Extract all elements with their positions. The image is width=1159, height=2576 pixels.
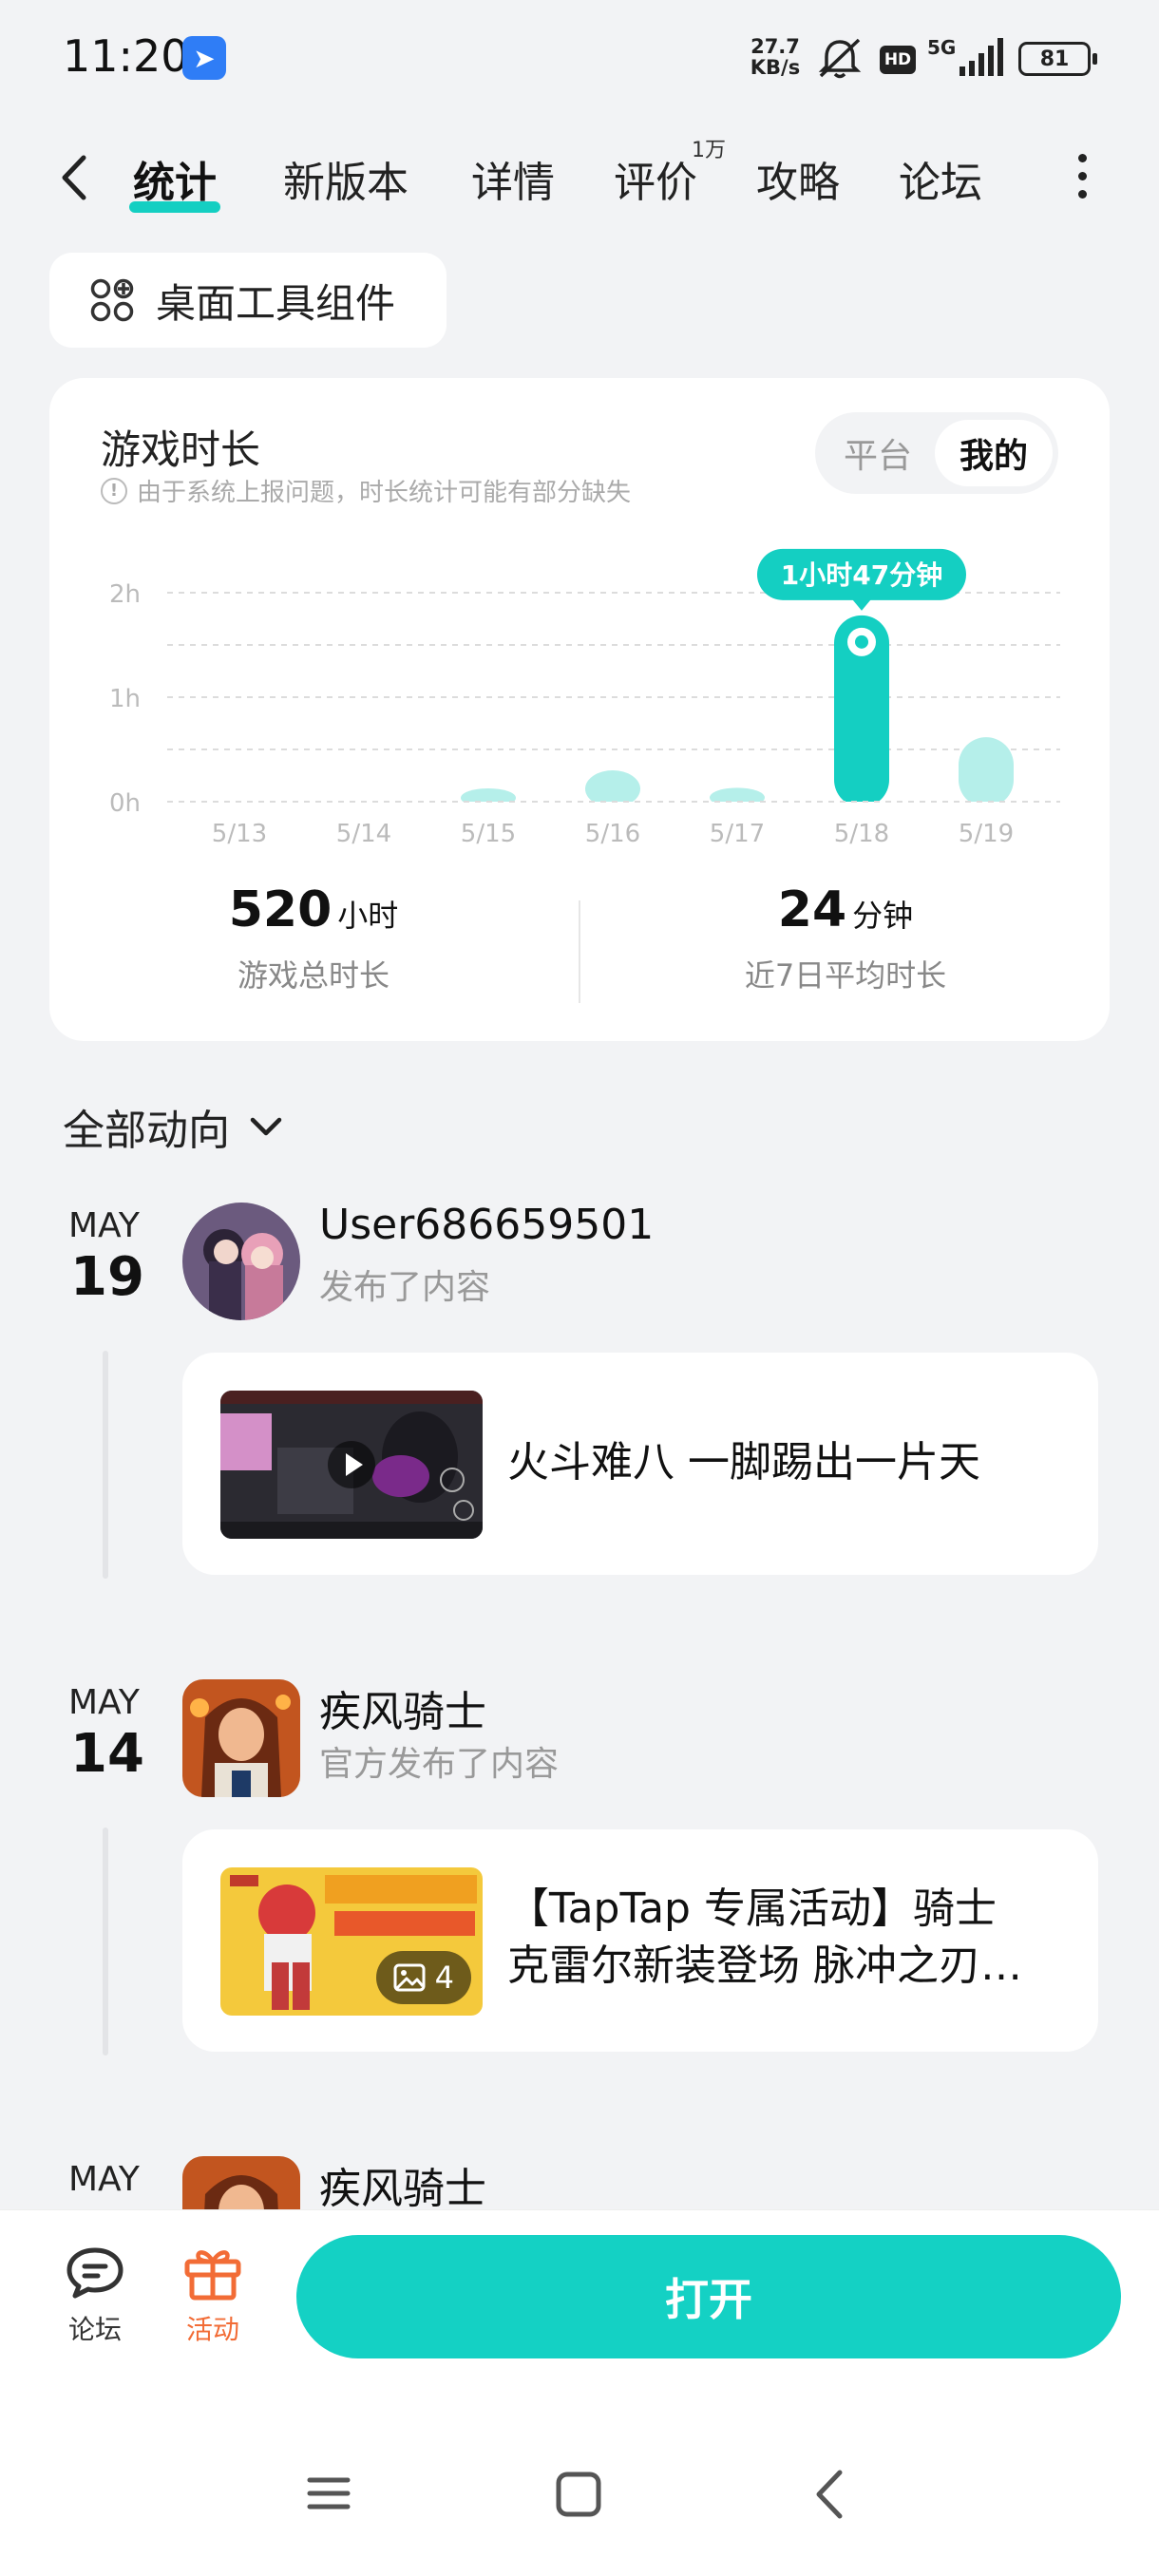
tab-details[interactable]: 详情	[471, 148, 555, 209]
highlight-tooltip-label: 1小时47分钟	[781, 559, 942, 591]
avatar[interactable]	[182, 2156, 300, 2209]
forum-shortcut[interactable]: 论坛	[48, 2245, 142, 2347]
x-tick-label: 5/17	[710, 820, 765, 848]
post-title: 火斗难八 一脚踢出一片天	[507, 1438, 980, 1487]
x-tick-label: 5/15	[461, 820, 516, 848]
stats-title: 游戏时长	[101, 426, 261, 473]
timeline-line	[103, 1351, 108, 1579]
video-thumbnail	[220, 1391, 483, 1539]
feed-author-name[interactable]: 疾风骑士	[319, 2154, 486, 2209]
notification-app-icon: ➤	[182, 36, 226, 80]
playtime-stats-card: 游戏时长 ! 由于系统上报问题，时长统计可能有部分缺失 平台 我的 0h 1h 2h…	[49, 378, 1110, 1041]
forum-label: 论坛	[67, 2314, 122, 2345]
tab-new-version[interactable]: 新版本	[283, 148, 408, 209]
summary-divider	[579, 900, 580, 1003]
x-tick-label: 5/13	[212, 820, 267, 848]
menu-icon[interactable]	[306, 2471, 352, 2516]
signal-strength-icon	[960, 38, 1003, 76]
system-navigation-bar	[0, 2448, 1159, 2543]
highlight-tooltip-pointer	[852, 598, 871, 611]
feed-filter-dropdown[interactable]: 全部动向	[63, 1096, 285, 1157]
top-tab-bar: 统计 新版本 详情 评价 1万 攻略 论坛	[0, 133, 1159, 218]
back-icon[interactable]	[809, 2469, 851, 2520]
chart-bar	[959, 737, 1014, 807]
avatar[interactable]	[182, 1679, 300, 1797]
home-icon[interactable]	[555, 2471, 602, 2518]
chevron-down-icon	[250, 1117, 282, 1136]
stats-summary: 520 小时 游戏总时长 24 分钟 近7日平均时长	[49, 881, 1110, 1005]
y-tick-label: 2h	[109, 580, 141, 609]
battery-indicator: 81	[1018, 42, 1097, 76]
mute-bell-icon	[818, 38, 862, 79]
x-tick-label: 5/14	[336, 820, 391, 848]
more-options-icon[interactable]	[1072, 154, 1092, 201]
x-tick-label: 5/16	[585, 820, 640, 848]
widget-grid-icon	[90, 278, 134, 322]
tab-reviews[interactable]: 评价 1万	[614, 139, 726, 209]
open-game-button[interactable]: 打开	[296, 2235, 1121, 2358]
activity-label: 活动	[185, 2314, 239, 2345]
feed-date-day: 14	[70, 1723, 144, 1785]
toggle-platform[interactable]: 平台	[819, 420, 937, 486]
forum-chat-icon	[66, 2247, 124, 2299]
tab-forum[interactable]: 论坛	[899, 148, 982, 209]
playtime-bar-chart: 0h 1h 2h 5/13 5/14 5/15 5/16 5/17 5/18 5/19 1小时47分…	[109, 548, 1060, 848]
timeline-line	[103, 1828, 108, 2055]
image-icon	[393, 1963, 426, 1992]
y-tick-label: 0h	[109, 789, 141, 818]
hd-badge: HD	[880, 46, 916, 74]
feed-date-month: MAY	[68, 1206, 140, 1245]
gift-icon	[184, 2250, 241, 2301]
avatar[interactable]	[182, 1203, 300, 1320]
post-image-thumbnail: 4	[220, 1867, 483, 2016]
toggle-mine[interactable]: 我的	[935, 420, 1053, 486]
review-count-badge: 1万	[692, 139, 726, 162]
feed-item: MAY 疾风骑士	[0, 2152, 1159, 2209]
info-icon: !	[101, 477, 127, 504]
chart-baseline	[167, 802, 1060, 809]
feed-date-month: MAY	[68, 1683, 140, 1722]
back-arrow-icon[interactable]	[53, 152, 99, 203]
post-card[interactable]: 火斗难八 一脚踢出一片天	[182, 1353, 1098, 1575]
tab-stats[interactable]: 统计	[129, 148, 220, 213]
feed-item: MAY 19 User686659501 发布了内容 火斗难八 一脚踢出一片天	[0, 1199, 1159, 1579]
highlight-marker-dot	[855, 635, 868, 649]
source-toggle: 平台 我的	[815, 412, 1058, 494]
total-playtime: 520 小时 游戏总时长	[228, 881, 399, 994]
feed-author-name[interactable]: User686659501	[319, 1201, 654, 1249]
feed-action-text: 官方发布了内容	[319, 1745, 560, 1784]
feed-date-day: 19	[70, 1246, 144, 1308]
network-type: 5G	[927, 36, 957, 59]
status-bar: 11:20 ➤ 27.7 KB/s HD 5G 81	[0, 0, 1159, 119]
stats-note: ! 由于系统上报问题，时长统计可能有部分缺失	[101, 473, 631, 508]
feed-item: MAY 14 疾风骑士 官方发布了内容 4 【TapTap 专属活动】骑士 克雷…	[0, 1676, 1159, 2055]
post-card[interactable]: 4 【TapTap 专属活动】骑士 克雷尔新装登场 脉冲之刃…	[182, 1829, 1098, 2052]
x-tick-label: 5/19	[959, 820, 1014, 848]
widget-button-label: 桌面工具组件	[156, 279, 396, 327]
play-icon	[328, 1441, 375, 1488]
feed-date-month: MAY	[68, 2160, 140, 2199]
network-speed: 27.7 KB/s	[750, 35, 801, 79]
status-time: 11:20	[63, 30, 189, 82]
feed-author-name[interactable]: 疾风骑士	[319, 1677, 486, 1738]
y-tick-label: 1h	[109, 685, 141, 713]
x-tick-label: 5/18	[834, 820, 889, 848]
post-title: 【TapTap 专属活动】骑士 克雷尔新装登场 脉冲之刃…	[507, 1885, 1022, 1990]
activity-shortcut[interactable]: 活动	[165, 2245, 260, 2347]
feed-action-text: 发布了内容	[319, 1268, 491, 1307]
tab-guides[interactable]: 攻略	[756, 148, 840, 209]
image-count-badge: 4	[375, 1951, 471, 2004]
desktop-widget-button[interactable]: 桌面工具组件	[49, 253, 446, 348]
average-playtime: 24 分钟 近7日平均时长	[744, 881, 947, 994]
bottom-action-bar: 论坛 活动 打开	[0, 2209, 1159, 2576]
